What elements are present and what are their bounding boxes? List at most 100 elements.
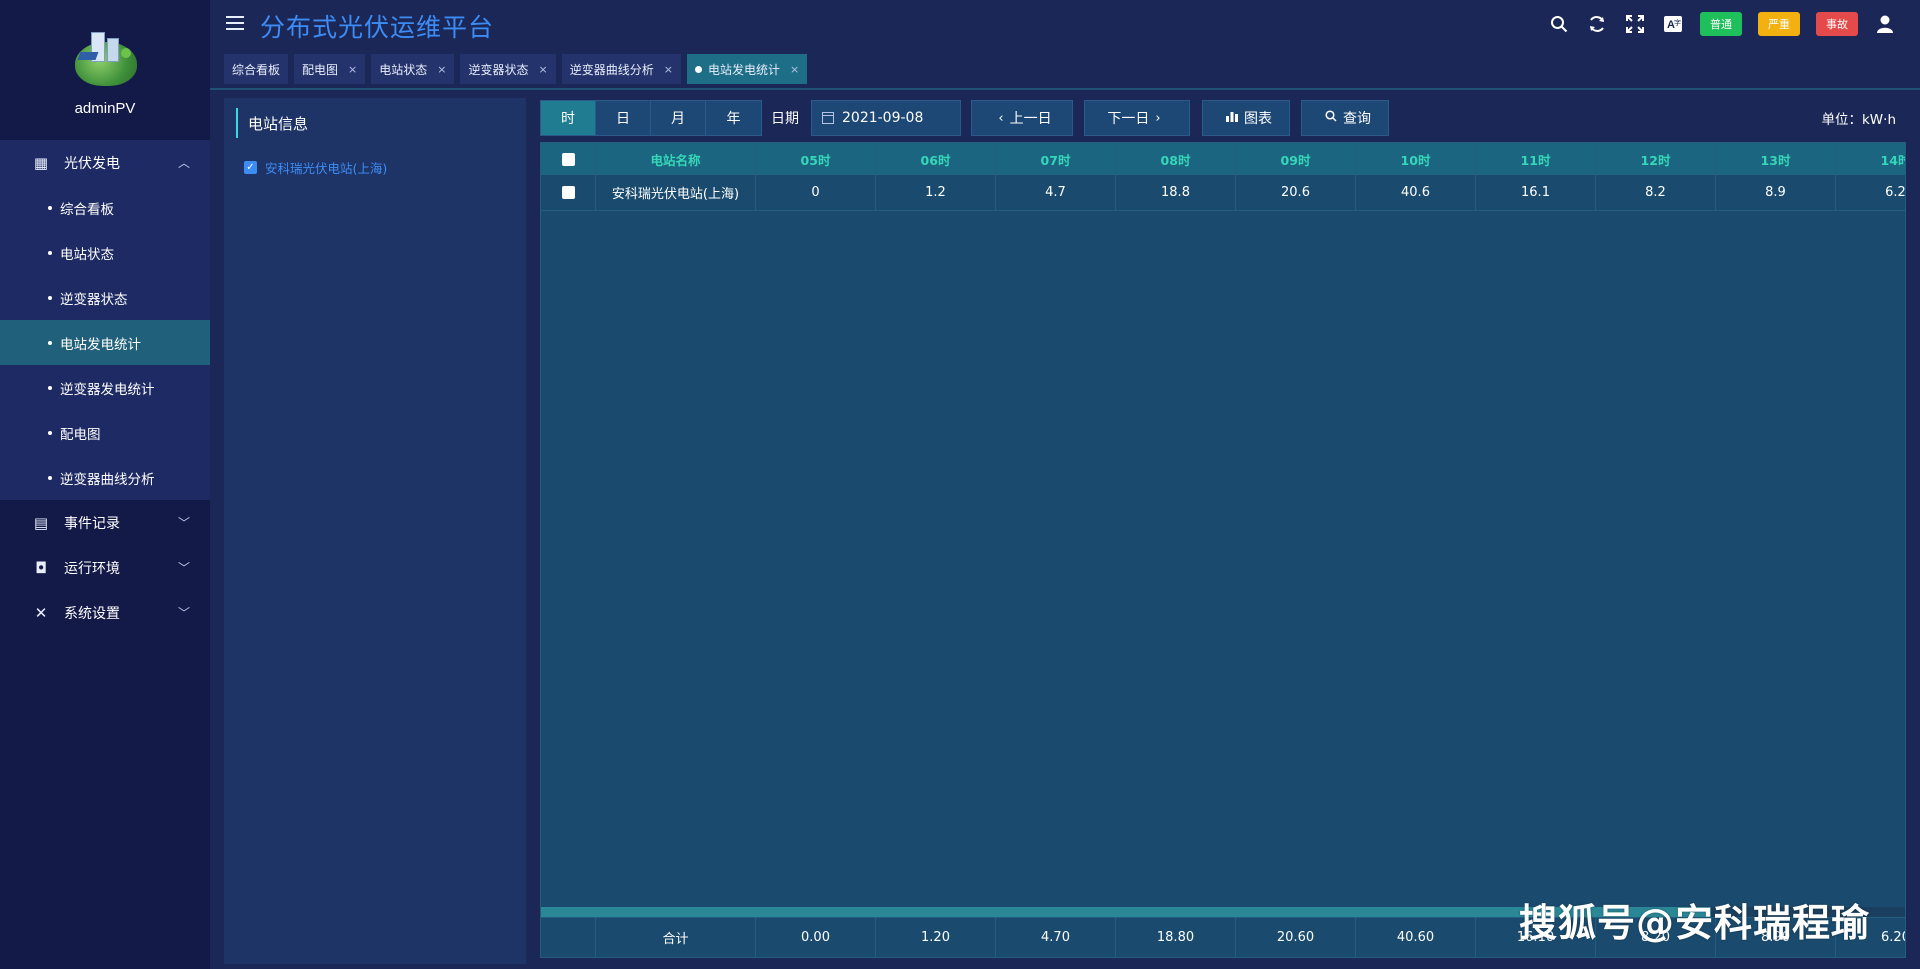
- menu-group-label: 光伏发电: [64, 155, 120, 172]
- sidebar-item-dashboard[interactable]: 综合看板: [0, 185, 210, 230]
- column-header-hour[interactable]: 13时: [1716, 143, 1836, 175]
- bullet-icon: [48, 340, 52, 345]
- bullet-icon: [48, 295, 52, 300]
- chevron-down-icon: ﹀: [177, 561, 190, 575]
- close-icon[interactable]: ×: [437, 63, 446, 76]
- tab-inverter-curve[interactable]: 逆变器曲线分析 ×: [561, 54, 681, 84]
- grid-icon: ▦: [33, 153, 49, 172]
- close-icon[interactable]: ×: [348, 63, 357, 76]
- column-header-hour[interactable]: 08时: [1116, 143, 1236, 175]
- page-title: 分布式光伏运维平台: [260, 13, 495, 42]
- refresh-icon[interactable]: [1586, 13, 1608, 35]
- bullet-icon: [48, 250, 52, 255]
- column-header-hour[interactable]: 10时: [1356, 143, 1476, 175]
- column-header-hour[interactable]: 09时: [1236, 143, 1356, 175]
- chart-button[interactable]: 图表: [1202, 100, 1290, 136]
- column-header-hour[interactable]: 11时: [1476, 143, 1596, 175]
- table-cell: 6.2: [1836, 175, 1905, 210]
- table-row[interactable]: 安科瑞光伏电站(上海) 0 1.2 4.7 18.8 20.6 40.6 16.…: [541, 175, 1905, 211]
- user-name: adminPV: [74, 100, 136, 117]
- bar-chart-icon: [1226, 111, 1238, 126]
- prev-day-button[interactable]: ‹ 上一日: [971, 100, 1073, 136]
- menu-group-environment[interactable]: ◘ 运行环境 ﹀: [0, 545, 210, 590]
- chevron-down-icon: ﹀: [177, 516, 190, 530]
- tab-dashboard[interactable]: 综合看板: [224, 54, 289, 84]
- period-hour-button[interactable]: 时: [541, 101, 596, 135]
- tab-station-status[interactable]: 电站状态 ×: [371, 54, 455, 84]
- query-button[interactable]: 查询: [1301, 100, 1389, 136]
- menu-toggle-icon[interactable]: [226, 16, 244, 32]
- active-dot-icon: [694, 65, 702, 73]
- period-month-button[interactable]: 月: [651, 101, 706, 135]
- sidebar-item-station-status[interactable]: 电站状态: [0, 230, 210, 275]
- translate-icon[interactable]: A字: [1662, 13, 1684, 35]
- clipboard-icon: ▤: [33, 513, 49, 532]
- station-panel: 电站信息 ✓ 安科瑞光伏电站(上海): [224, 98, 526, 964]
- column-header-name[interactable]: 电站名称: [596, 143, 756, 175]
- table-cell: 16.1: [1476, 175, 1596, 210]
- column-header-hour[interactable]: 14时: [1836, 143, 1905, 175]
- sidebar-item-distribution-diagram[interactable]: 配电图: [0, 410, 210, 455]
- column-header-hour[interactable]: 12时: [1596, 143, 1716, 175]
- station-tree-item[interactable]: ✓ 安科瑞光伏电站(上海): [244, 158, 387, 177]
- period-selector: 时 日 月 年: [540, 100, 762, 136]
- tab-station-generation-stats[interactable]: 电站发电统计 ×: [686, 54, 808, 84]
- period-day-button[interactable]: 日: [596, 101, 651, 135]
- submenu-pv: 综合看板 电站状态 逆变器状态 电站发电统计 逆变器发电统计 配电图 逆变器曲线…: [0, 185, 210, 500]
- bullet-icon: [48, 430, 52, 435]
- total-cell: 18.80: [1116, 918, 1236, 957]
- close-icon[interactable]: ×: [664, 63, 673, 76]
- chevron-left-icon: ‹: [998, 110, 1004, 126]
- total-cell: 20.60: [1236, 918, 1356, 957]
- sidebar-item-station-generation-stats[interactable]: 电站发电统计: [0, 320, 210, 365]
- close-icon[interactable]: ×: [539, 63, 548, 76]
- date-label: 日期: [771, 111, 799, 127]
- bullet-icon: [48, 475, 52, 480]
- column-header-hour[interactable]: 07时: [996, 143, 1116, 175]
- logo: [69, 28, 141, 88]
- header: 分布式光伏运维平台 A字 普通 严重 事故: [210, 0, 1920, 50]
- alarm-normal-badge[interactable]: 普通: [1700, 12, 1742, 36]
- sidebar-item-inverter-curve[interactable]: 逆变器曲线分析: [0, 455, 210, 500]
- tab-distribution[interactable]: 配电图 ×: [294, 54, 366, 84]
- sidebar: adminPV ▦ 光伏发电 ︿ 综合看板 电站状态 逆变器状态 电站发电统计 …: [0, 0, 210, 969]
- user-icon[interactable]: [1874, 13, 1896, 35]
- alarm-accident-badge[interactable]: 事故: [1816, 12, 1858, 36]
- date-picker[interactable]: 2021-09-08: [811, 100, 961, 136]
- alarm-serious-badge[interactable]: 严重: [1758, 12, 1800, 36]
- close-icon[interactable]: ×: [790, 63, 799, 76]
- generation-table: 电站名称 05时 06时 07时 08时 09时 10时 11时 12时 13时…: [540, 142, 1906, 958]
- table-cell: 1.2: [876, 175, 996, 210]
- menu-group-pv[interactable]: ▦ 光伏发电 ︿: [0, 140, 210, 185]
- tab-inverter-status[interactable]: 逆变器状态 ×: [460, 54, 556, 84]
- column-header-hour[interactable]: 05时: [756, 143, 876, 175]
- select-all-checkbox[interactable]: [561, 152, 575, 166]
- table-cell: 8.9: [1716, 175, 1836, 210]
- total-cell: 1.20: [876, 918, 996, 957]
- checkbox-checked-icon[interactable]: ✓: [244, 161, 257, 174]
- row-checkbox[interactable]: [561, 186, 575, 199]
- menu-group-settings[interactable]: ✕ 系统设置 ﹀: [0, 590, 210, 635]
- sidebar-item-inverter-status[interactable]: 逆变器状态: [0, 275, 210, 320]
- column-header-hour[interactable]: 06时: [876, 143, 996, 175]
- total-cell: 4.70: [996, 918, 1116, 957]
- divider: [210, 88, 1920, 90]
- header-actions: A字 普通 严重 事故: [1532, 12, 1896, 36]
- date-value: 2021-09-08: [842, 110, 924, 126]
- watermark: 搜狐号@安科瑞程瑜: [1518, 901, 1870, 945]
- tab-bar: 综合看板 配电图 × 电站状态 × 逆变器状态 × 逆变器曲线分析 × 电站发电统计 ×: [224, 54, 813, 84]
- fullscreen-icon[interactable]: [1624, 13, 1646, 35]
- calendar-icon: [822, 112, 834, 124]
- search-icon: [1325, 110, 1337, 126]
- sidebar-item-inverter-generation-stats[interactable]: 逆变器发电统计: [0, 365, 210, 410]
- select-all-cell: [541, 143, 596, 175]
- table-cell: 4.7: [996, 175, 1116, 210]
- total-label: 合计: [596, 918, 756, 957]
- table-cell: 20.6: [1236, 175, 1356, 210]
- chevron-down-icon: ﹀: [177, 606, 190, 620]
- menu-group-events[interactable]: ▤ 事件记录 ﹀: [0, 500, 210, 545]
- search-icon[interactable]: [1548, 13, 1570, 35]
- next-day-button[interactable]: 下一日 ›: [1084, 100, 1190, 136]
- row-station-name: 安科瑞光伏电站(上海): [596, 175, 756, 210]
- period-year-button[interactable]: 年: [706, 101, 761, 135]
